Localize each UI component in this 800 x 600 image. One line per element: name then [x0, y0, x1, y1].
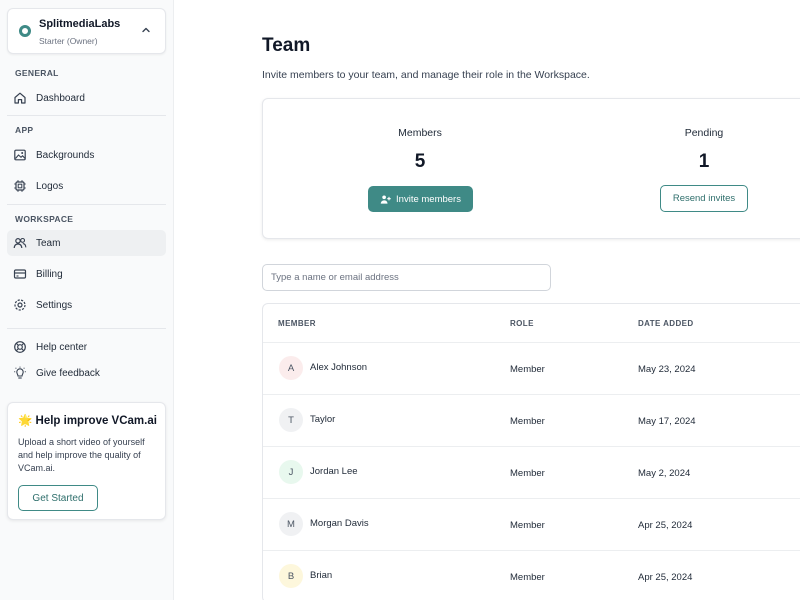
page-title: Team — [262, 35, 311, 56]
member-role: Member — [510, 468, 545, 479]
section-label-workspace: WORKSPACE — [15, 214, 74, 224]
chevron-up-icon — [142, 27, 150, 33]
promo-title: 🌟 Help improve VCam.ai — [18, 415, 157, 427]
resend-invites-button[interactable]: Resend invites — [660, 185, 748, 212]
members-label: Members — [398, 127, 442, 139]
gear-icon — [14, 299, 26, 311]
lightbulb-icon — [14, 366, 26, 379]
member-role: Member — [510, 572, 545, 583]
org-switcher[interactable]: SplitmediaLabs Starter (Owner) — [7, 8, 166, 54]
section-label-app: APP — [15, 125, 34, 135]
lifebuoy-icon — [14, 341, 26, 353]
members-count: 5 — [414, 151, 426, 172]
members-table: MEMBER ROLE DATE ADDED A Alex Johnson Me… — [262, 303, 800, 600]
sidebar-item-label: Billing — [36, 268, 63, 280]
page-subtitle: Invite members to your team, and manage … — [262, 69, 590, 81]
pending-count: 1 — [698, 151, 710, 172]
sidebar-item-label: Settings — [36, 299, 73, 311]
pending-label: Pending — [684, 127, 724, 139]
sidebar-item-give-feedback[interactable]: Give feedback — [7, 360, 166, 386]
avatar: A — [279, 356, 303, 380]
sidebar-item-label: Dashboard — [36, 92, 85, 104]
column-header-role: ROLE — [510, 319, 534, 328]
team-stats-card: Members 5 Invite members Pending 1 Resen… — [262, 98, 800, 239]
sidebar-item-dashboard[interactable]: Dashboard — [7, 85, 166, 111]
chip-icon — [14, 180, 26, 192]
member-name: Jordan Lee — [310, 466, 358, 477]
member-date-added: Apr 25, 2024 — [638, 572, 693, 583]
sidebar-item-logos[interactable]: Logos — [7, 173, 166, 199]
get-started-button[interactable]: Get Started — [18, 485, 98, 511]
member-role: Member — [510, 416, 545, 427]
sidebar-item-label: Backgrounds — [36, 149, 95, 161]
sidebar-divider — [7, 115, 166, 116]
sidebar-divider — [7, 204, 166, 205]
avatar: B — [279, 564, 303, 588]
section-label-general: GENERAL — [15, 68, 59, 78]
member-date-added: Apr 25, 2024 — [638, 520, 693, 531]
image-icon — [14, 149, 26, 161]
org-name: SplitmediaLabs — [39, 18, 121, 30]
member-date-added: May 2, 2024 — [638, 468, 691, 479]
sidebar: SplitmediaLabs Starter (Owner) GENERAL D… — [0, 0, 174, 600]
member-search-input[interactable] — [262, 264, 551, 291]
sidebar-item-label: Team — [36, 237, 61, 249]
invite-members-label: Invite members — [396, 193, 461, 205]
sidebar-item-billing[interactable]: Billing — [7, 261, 166, 287]
sidebar-item-label: Logos — [36, 180, 64, 192]
org-plan: Starter (Owner) — [39, 36, 98, 46]
table-row[interactable]: M Morgan Davis Member Apr 25, 2024 — [263, 498, 800, 550]
home-icon — [14, 92, 26, 104]
credit-card-icon — [13, 269, 27, 279]
column-header-member: MEMBER — [278, 319, 316, 328]
member-role: Member — [510, 364, 545, 375]
avatar: M — [279, 512, 303, 536]
column-header-date-added: DATE ADDED — [638, 319, 694, 328]
table-row[interactable]: A Alex Johnson Member May 23, 2024 — [263, 342, 800, 394]
promo-card: 🌟 Help improve VCam.ai Upload a short vi… — [7, 402, 166, 520]
sidebar-divider — [7, 328, 166, 329]
sidebar-item-label: Give feedback — [36, 367, 100, 379]
avatar: J — [279, 460, 303, 484]
org-status-icon — [19, 25, 31, 37]
users-icon — [13, 237, 27, 249]
user-plus-icon — [380, 194, 391, 204]
member-role: Member — [510, 520, 545, 531]
member-name: Alex Johnson — [310, 362, 368, 373]
sidebar-item-settings[interactable]: Settings — [7, 292, 166, 318]
table-row[interactable]: J Jordan Lee Member May 2, 2024 — [263, 446, 800, 498]
invite-members-button[interactable]: Invite members — [368, 186, 473, 212]
table-row[interactable]: T Taylor Member May 17, 2024 — [263, 394, 800, 446]
sidebar-item-team[interactable]: Team — [7, 230, 166, 256]
member-name: Taylor — [310, 414, 336, 425]
member-name: Brian — [310, 570, 333, 581]
member-name: Morgan Davis — [310, 518, 369, 529]
member-date-added: May 23, 2024 — [638, 364, 696, 375]
member-date-added: May 17, 2024 — [638, 416, 696, 427]
sidebar-item-backgrounds[interactable]: Backgrounds — [7, 142, 166, 168]
sidebar-item-label: Help center — [36, 341, 88, 353]
sidebar-item-help-center[interactable]: Help center — [7, 334, 166, 360]
table-row[interactable]: B Brian Member Apr 25, 2024 — [263, 550, 800, 600]
avatar: T — [279, 408, 303, 432]
promo-body: Upload a short video of yourself and hel… — [18, 437, 145, 473]
